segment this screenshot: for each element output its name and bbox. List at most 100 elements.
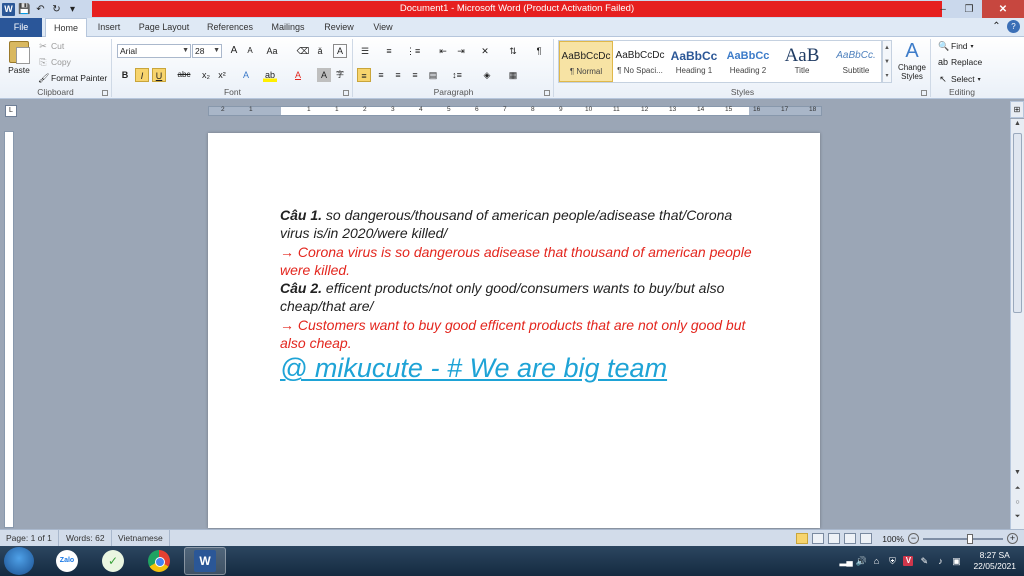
shrink-font-button[interactable]: A xyxy=(243,44,257,58)
clear-formatting-icon[interactable]: ⌫ xyxy=(296,44,310,58)
style-normal[interactable]: AaBbCcDc ¶ Normal xyxy=(559,41,613,82)
print-layout-icon[interactable] xyxy=(796,533,809,544)
distributed-icon[interactable]: ▤ xyxy=(426,68,440,82)
tab-page-layout[interactable]: Page Layout xyxy=(134,18,194,37)
grow-font-button[interactable]: A xyxy=(227,44,241,58)
zoom-slider-knob[interactable] xyxy=(967,533,973,544)
customize-qat-icon[interactable]: ▾ xyxy=(66,3,79,16)
strikethrough-button[interactable]: abc xyxy=(177,68,191,82)
tab-insert[interactable]: Insert xyxy=(90,18,128,37)
tab-file[interactable]: File xyxy=(0,18,42,37)
cut-button[interactable]: ✂ Cut xyxy=(38,41,64,51)
style-title[interactable]: AaB Title xyxy=(775,41,829,82)
font-launcher-icon[interactable] xyxy=(343,90,349,96)
bullets-icon[interactable]: ☰ xyxy=(358,44,372,58)
outline-icon[interactable] xyxy=(844,533,857,544)
tab-review[interactable]: Review xyxy=(320,18,358,37)
font-size-dropdown[interactable]: 28 ▼ xyxy=(192,44,222,58)
minimize-icon[interactable]: – xyxy=(930,0,956,18)
paragraph-launcher-icon[interactable] xyxy=(544,90,550,96)
enclose-characters-button[interactable]: 字 xyxy=(333,68,347,82)
font-color-button[interactable]: A xyxy=(291,68,305,82)
zoom-out-icon[interactable]: − xyxy=(908,533,919,544)
justify-icon[interactable]: ≡ xyxy=(408,68,422,82)
find-button[interactable]: 🔍 Find ▾ xyxy=(938,41,974,51)
replace-button[interactable]: ab Replace xyxy=(938,57,982,67)
scroll-down-icon[interactable]: ▼ xyxy=(1011,469,1024,476)
character-border-button[interactable]: A xyxy=(333,44,347,58)
show-formatting-button[interactable]: ¶ xyxy=(532,44,546,58)
styles-launcher-icon[interactable] xyxy=(921,90,927,96)
tab-selector-button[interactable]: L xyxy=(5,105,17,117)
zoom-slider[interactable] xyxy=(923,533,1003,544)
borders-icon[interactable]: ▦ xyxy=(506,68,520,82)
change-styles-button[interactable]: A Change Styles xyxy=(896,39,928,81)
select-button[interactable]: ↖ Select ▾ xyxy=(938,74,980,84)
vertical-scrollbar[interactable]: ▲ ▼ ⏶ ○ ⏷ xyxy=(1010,119,1024,529)
save-icon[interactable]: 💾 xyxy=(18,3,31,16)
tab-mailings[interactable]: Mailings xyxy=(266,18,310,37)
sort-icon[interactable]: ⇅ xyxy=(506,44,520,58)
chat-icon[interactable]: ▣ xyxy=(951,556,961,566)
v-app-icon[interactable]: V xyxy=(903,556,914,566)
character-shading-button[interactable]: A xyxy=(317,68,331,82)
tab-home[interactable]: Home xyxy=(45,18,87,38)
unikey-icon[interactable]: ✎ xyxy=(919,556,929,566)
decrease-indent-icon[interactable]: ⇤ xyxy=(436,44,450,58)
tab-view[interactable]: View xyxy=(368,18,398,37)
bold-button[interactable]: B xyxy=(118,68,132,82)
clock[interactable]: 8:27 SA 22/05/2021 xyxy=(973,550,1016,572)
word-count[interactable]: Words: 62 xyxy=(60,530,112,546)
change-case-button[interactable]: Aa xyxy=(265,44,279,58)
view-ruler-icon[interactable]: ⊞ xyxy=(1010,101,1024,118)
next-page-icon[interactable]: ⏷ xyxy=(1011,513,1024,521)
shading-icon[interactable]: ◈ xyxy=(480,68,494,82)
clipboard-launcher-icon[interactable] xyxy=(102,90,108,96)
minimize-ribbon-icon[interactable]: ⌃ xyxy=(990,20,1003,33)
volume-icon[interactable]: 🔊 xyxy=(855,556,866,566)
redo-icon[interactable]: ↻ xyxy=(50,3,63,16)
superscript-button[interactable]: x² xyxy=(215,68,229,82)
web-layout-icon[interactable] xyxy=(828,533,841,544)
zoom-level[interactable]: 100% xyxy=(882,534,904,544)
restore-icon[interactable]: ❐ xyxy=(956,0,982,18)
vertical-ruler[interactable] xyxy=(4,131,14,528)
document-page[interactable]: Câu 1. so dangerous/thousand of american… xyxy=(208,133,820,528)
copy-button[interactable]: ⎘ Copy xyxy=(38,57,70,67)
increase-indent-icon[interactable]: ⇥ xyxy=(454,44,468,58)
taskbar-chrome[interactable] xyxy=(138,547,180,575)
page-count[interactable]: Page: 1 of 1 xyxy=(0,530,59,546)
asian-layout-icon[interactable]: ✕ xyxy=(478,44,492,58)
previous-page-icon[interactable]: ⏶ xyxy=(1011,485,1024,493)
style-subtitle[interactable]: AaBbCc. Subtitle xyxy=(829,41,883,82)
line-spacing-icon[interactable]: ↕≡ xyxy=(450,68,464,82)
scroll-thumb[interactable] xyxy=(1013,133,1022,313)
align-left-icon[interactable]: ≡ xyxy=(357,68,371,82)
taskbar-green-app[interactable]: ✓ xyxy=(92,547,134,575)
align-right-icon[interactable]: ≡ xyxy=(391,68,405,82)
numbering-icon[interactable]: ≡ xyxy=(382,44,396,58)
taskbar-word[interactable]: W xyxy=(184,547,226,575)
start-button[interactable] xyxy=(4,547,34,575)
format-painter-button[interactable]: 🖌 Format Painter xyxy=(38,73,107,83)
style-no-spacing[interactable]: AaBbCcDc ¶ No Spaci... xyxy=(613,41,667,82)
style-heading-1[interactable]: AaBbCc Heading 1 xyxy=(667,41,721,82)
close-icon[interactable]: ✕ xyxy=(982,0,1024,18)
full-screen-reading-icon[interactable] xyxy=(812,533,825,544)
taskbar-zalo[interactable]: Zalo xyxy=(46,547,88,575)
style-heading-2[interactable]: AaBbCc Heading 2 xyxy=(721,41,775,82)
italic-button[interactable]: I xyxy=(135,68,149,82)
tab-references[interactable]: References xyxy=(202,18,258,37)
zoom-in-icon[interactable]: + xyxy=(1007,533,1018,544)
phonetic-guide-icon[interactable]: ǎ xyxy=(313,44,327,58)
text-effects-button[interactable]: A xyxy=(239,68,253,82)
undo-icon[interactable]: ↶ xyxy=(34,3,47,16)
draft-icon[interactable] xyxy=(860,533,873,544)
language-indicator[interactable]: Vietnamese xyxy=(112,530,170,546)
paste-button[interactable]: Paste xyxy=(5,41,33,83)
scroll-up-icon[interactable]: ▲ xyxy=(1011,120,1024,127)
horizontal-ruler[interactable]: 2 1 1 1 2 3 4 5 6 7 8 9 10 11 12 13 14 1… xyxy=(208,106,822,116)
underline-button[interactable]: U xyxy=(152,68,166,82)
styles-gallery-scroll[interactable]: ▲ ▼ ▾ xyxy=(882,40,892,83)
security-icon[interactable]: ⛨ xyxy=(887,556,897,566)
